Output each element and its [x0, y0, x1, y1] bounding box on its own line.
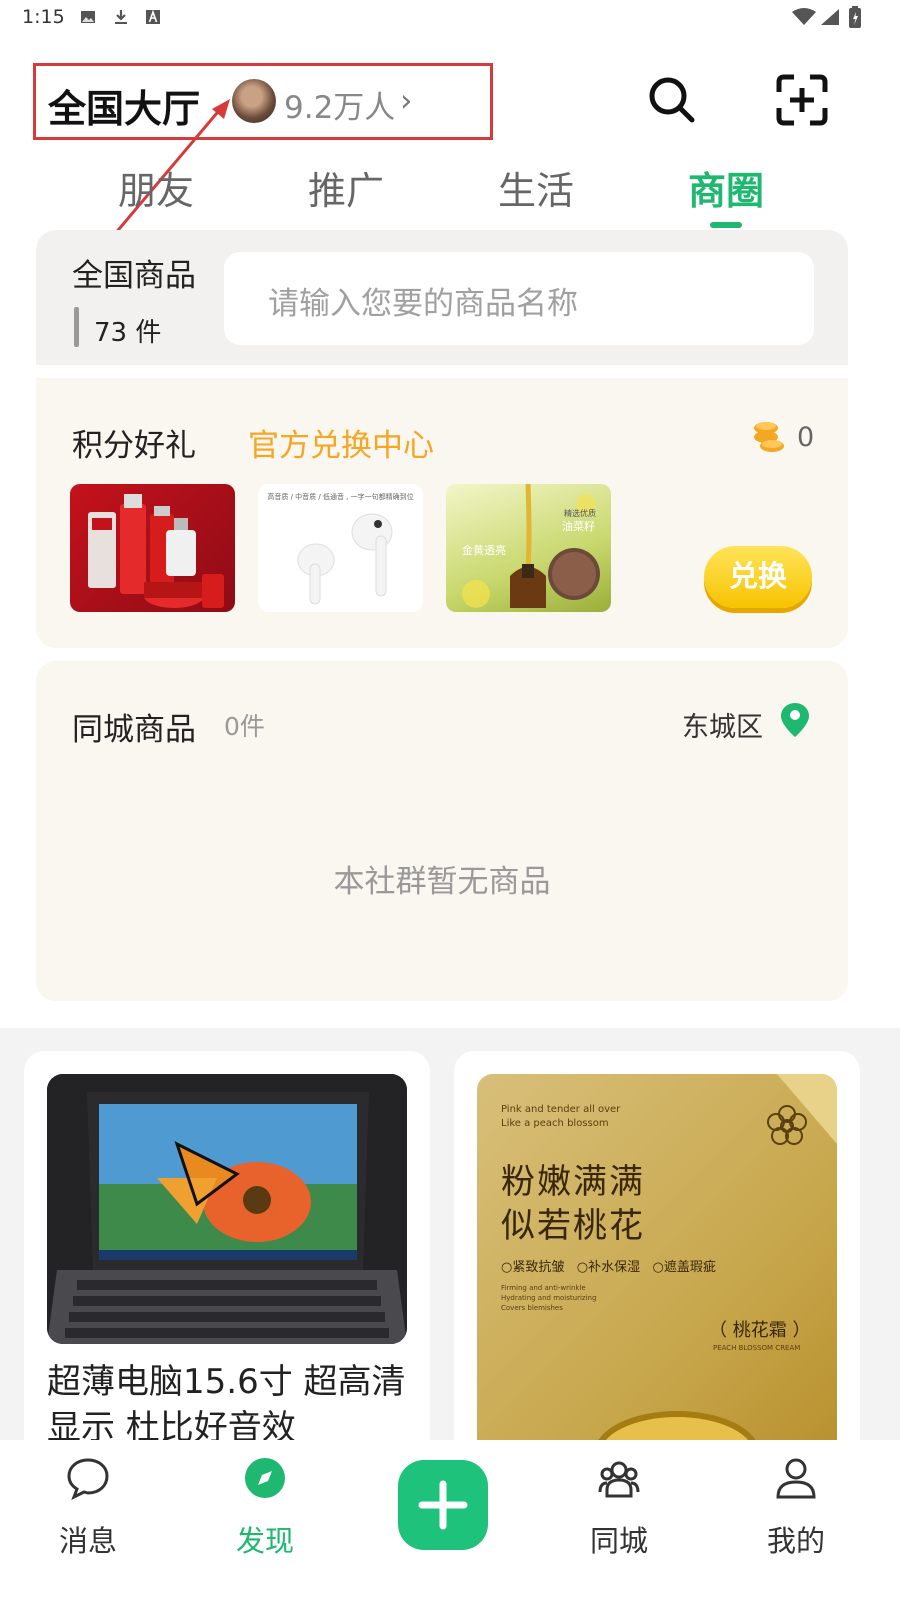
coins-icon: [754, 422, 784, 452]
cream-poster: Pink and tender all over Like a peach bl…: [477, 1074, 837, 1471]
nav-local-label: 同城: [589, 1524, 648, 1558]
tab-business-circle[interactable]: 商圈: [688, 160, 764, 215]
national-goods-label: 全国商品: [72, 258, 196, 294]
tab-friends[interactable]: 朋友: [118, 160, 194, 215]
feed-card-cream[interactable]: Pink and tender all over Like a peach bl…: [454, 1051, 860, 1471]
plus-icon: [418, 1480, 468, 1530]
search-placeholder: 请输入您要的商品名称: [268, 286, 578, 322]
earbuds-image: [297, 513, 393, 605]
battery-icon: [849, 6, 861, 28]
poster-product-en: PEACH BLOSSOM CREAM: [713, 1344, 801, 1352]
search-icon[interactable]: [648, 76, 696, 124]
poster-en-4: Hydrating and moisturizing: [501, 1294, 597, 1302]
nav-messages-label: 消息: [58, 1524, 117, 1558]
active-tab-indicator: [710, 222, 742, 228]
feed-card-laptop[interactable]: 超薄电脑15.6寸 超高清显示 杜比好音效: [24, 1051, 430, 1471]
laptop-image: [47, 1074, 407, 1344]
nav-discover-label: 发现: [235, 1524, 294, 1558]
tab-life[interactable]: 生活: [498, 160, 574, 215]
product-rapeseed-oil[interactable]: 精选优质 油菜籽 金黄透亮: [446, 484, 611, 612]
compass-icon: [245, 1458, 285, 1498]
product-olay-skincare[interactable]: [70, 484, 235, 612]
person-icon: [776, 1458, 816, 1499]
status-time: 1:15: [22, 6, 65, 28]
local-goods-count: 0件: [224, 712, 265, 741]
feed-title-laptop: 超薄电脑15.6寸 超高清显示 杜比好音效: [47, 1362, 406, 1448]
oil-caption-3: 金黄透亮: [462, 544, 506, 557]
poster-headline-2: 似若桃花: [501, 1206, 645, 1246]
exchange-button[interactable]: 兑换: [704, 546, 812, 608]
chat-bubble-icon: [67, 1458, 109, 1500]
nav-mine-label: 我的: [766, 1524, 825, 1558]
count-divider: [74, 307, 79, 347]
add-post-button[interactable]: [398, 1460, 488, 1550]
local-goods-label: 同城商品: [72, 712, 196, 748]
wifi-icon: [792, 8, 816, 25]
national-goods-count: 73 件: [94, 318, 162, 348]
poster-en-3: Firming and anti-wrinkle: [501, 1284, 586, 1292]
gallery-icon: [81, 11, 95, 23]
district-selector[interactable]: 东城区: [682, 705, 763, 744]
poster-en-2: Like a peach blossom: [501, 1118, 609, 1129]
empty-state-text: 本社群暂无商品: [333, 864, 551, 900]
nav-local[interactable]: 同城: [559, 1440, 679, 1600]
nav-discover[interactable]: 发现: [205, 1440, 325, 1600]
nav-messages[interactable]: 消息: [28, 1440, 148, 1600]
keyboard-a-icon: [146, 9, 160, 24]
olay-products-image: [88, 494, 224, 608]
nav-mine[interactable]: 我的: [736, 1440, 856, 1600]
laptop-photo: [47, 1074, 407, 1344]
coin-balance: 0: [797, 422, 815, 453]
oil-caption-2: 油菜籽: [562, 520, 595, 533]
product-wireless-earbuds[interactable]: 高音质 / 中音质 / 低通音 , 一字一句都精确到位: [258, 484, 423, 612]
scan-add-icon[interactable]: [776, 74, 828, 126]
status-bar: 1:15: [0, 0, 900, 38]
tab-promotion[interactable]: 推广: [308, 160, 384, 215]
annotation-highlight-box: [33, 63, 493, 140]
points-gift-label: 积分好礼: [72, 428, 196, 464]
poster-en-5: Covers blemishes: [501, 1304, 563, 1312]
cell-signal-icon: [821, 9, 839, 25]
official-exchange-link[interactable]: 官方兑换中心: [248, 420, 434, 465]
download-icon: [115, 10, 127, 24]
poster-product-name: （ 桃花霜 ）: [709, 1320, 811, 1341]
poster-headline-1: 粉嫩满满: [501, 1162, 645, 1202]
location-pin-icon[interactable]: [781, 703, 809, 737]
poster-tags: ○紧致抗皱 ○补水保湿 ○遮盖瑕疵: [501, 1260, 716, 1275]
people-icon: [598, 1461, 640, 1498]
poster-en-1: Pink and tender all over: [501, 1104, 621, 1115]
